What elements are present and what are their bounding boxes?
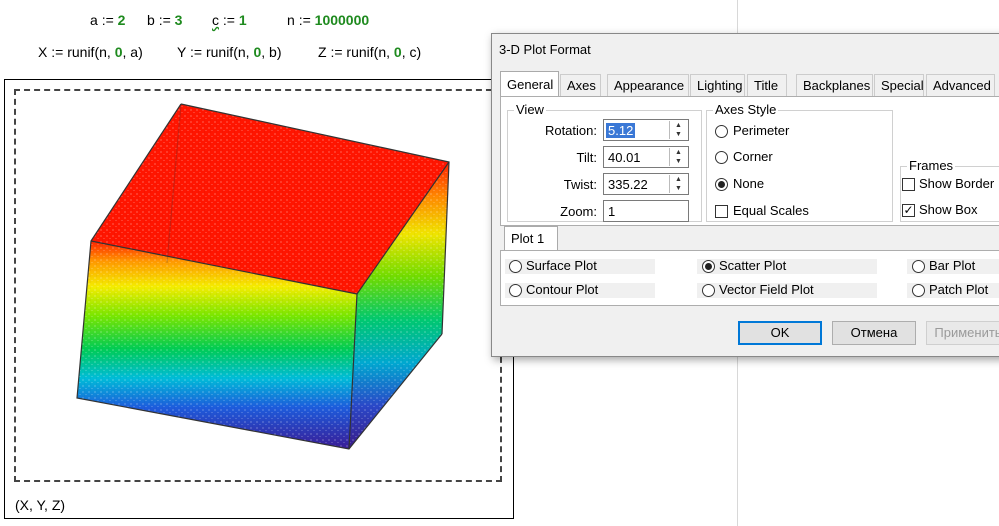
contour-plot-label[interactable]: Contour Plot [526,282,598,297]
def-b[interactable]: b := 3 [147,12,182,28]
zoom-value: 1 [608,204,616,219]
patch-plot-label[interactable]: Patch Plot [929,282,988,297]
contour-plot-radio[interactable] [509,284,522,297]
tilt-spinner[interactable]: ▲ ▼ [669,148,687,166]
rotation-input[interactable]: 5.12 ▲ ▼ [603,119,689,141]
spin-down-icon[interactable]: ▼ [670,157,687,166]
show-box-checkbox[interactable]: ✓ [902,204,915,217]
tab-general[interactable]: General [500,71,559,97]
view-group-title: View [514,102,546,117]
plot-format-dialog[interactable]: 3-D Plot Format General Axes Appearance … [491,33,999,357]
ok-button[interactable]: OK [738,321,822,345]
def-y[interactable]: Y := runif(n, 0, b) [177,44,281,60]
def-a[interactable]: a := 2 [90,12,125,28]
apply-button[interactable]: Применить [926,321,999,345]
patch-plot-radio[interactable] [912,284,925,297]
corner-label[interactable]: Corner [733,149,773,164]
cancel-button[interactable]: Отмена [832,321,916,345]
axes-style-title: Axes Style [713,102,779,117]
general-tab-panel: View Rotation: 5.12 ▲ ▼ Tilt: 40.01 ▲ ▼ Tw… [500,96,999,226]
spin-down-icon[interactable]: ▼ [670,184,687,193]
rotation-label: Rotation: [544,123,597,138]
plot-selection-frame [14,89,502,482]
show-border-checkbox[interactable] [902,178,915,191]
perimeter-radio[interactable] [715,125,728,138]
def-c[interactable]: c := 1 [212,12,247,28]
scatter-plot-label[interactable]: Scatter Plot [719,258,786,273]
rotation-spinner[interactable]: ▲ ▼ [669,121,687,139]
tab-backplanes[interactable]: Backplanes [796,74,873,96]
tab-axes[interactable]: Axes [560,74,601,96]
scatter-3d-plot[interactable] [16,91,500,480]
twist-value: 335.22 [608,177,648,192]
spin-down-icon[interactable]: ▼ [670,130,687,139]
frames-title: Frames [907,158,956,173]
show-border-label[interactable]: Show Border [919,176,994,191]
tab-appearance[interactable]: Appearance [607,74,689,96]
tab-plot-1[interactable]: Plot 1 [504,226,558,250]
tilt-value: 40.01 [608,150,641,165]
plot-axis-label[interactable]: (X, Y, Z) [15,497,65,513]
scatter-plot-radio[interactable] [702,260,715,273]
zoom-input[interactable]: 1 [603,200,689,222]
page-guide-line [737,0,738,33]
twist-input[interactable]: 335.22 ▲ ▼ [603,173,689,195]
surface-plot-radio[interactable] [509,260,522,273]
spin-up-icon[interactable]: ▲ [670,121,687,130]
page-guide-line [737,356,738,526]
rotation-value: 5.12 [606,123,636,138]
spin-up-icon[interactable]: ▲ [670,175,687,184]
tilt-label: Tilt: [576,150,597,165]
corner-radio[interactable] [715,151,728,164]
none-label[interactable]: None [733,176,764,191]
plot-type-panel: Surface Plot Scatter Plot Bar Plot Conto… [500,250,999,306]
spin-up-icon[interactable]: ▲ [670,148,687,157]
tab-advanced[interactable]: Advanced [926,74,995,96]
tab-special[interactable]: Special [874,74,924,96]
bar-plot-label[interactable]: Bar Plot [929,258,975,273]
bar-plot-radio[interactable] [912,260,925,273]
tilt-input[interactable]: 40.01 ▲ ▼ [603,146,689,168]
tab-lighting[interactable]: Lighting [690,74,745,96]
perimeter-label[interactable]: Perimeter [733,123,789,138]
vector-field-plot-radio[interactable] [702,284,715,297]
vector-field-plot-label[interactable]: Vector Field Plot [719,282,814,297]
def-z[interactable]: Z := runif(n, 0, c) [318,44,421,60]
zoom-label: Zoom: [560,204,597,219]
equal-scales-checkbox[interactable] [715,205,728,218]
tab-title[interactable]: Title [747,74,787,96]
twist-label: Twist: [563,177,597,192]
dialog-title: 3-D Plot Format [499,42,591,57]
none-radio[interactable] [715,178,728,191]
surface-plot-label[interactable]: Surface Plot [526,258,597,273]
def-n[interactable]: n := 1000000 [287,12,369,28]
twist-spinner[interactable]: ▲ ▼ [669,175,687,193]
equal-scales-label[interactable]: Equal Scales [733,203,809,218]
show-box-label[interactable]: Show Box [919,202,978,217]
plot-region[interactable]: (X, Y, Z) [4,79,514,519]
def-x[interactable]: X := runif(n, 0, a) [38,44,143,60]
